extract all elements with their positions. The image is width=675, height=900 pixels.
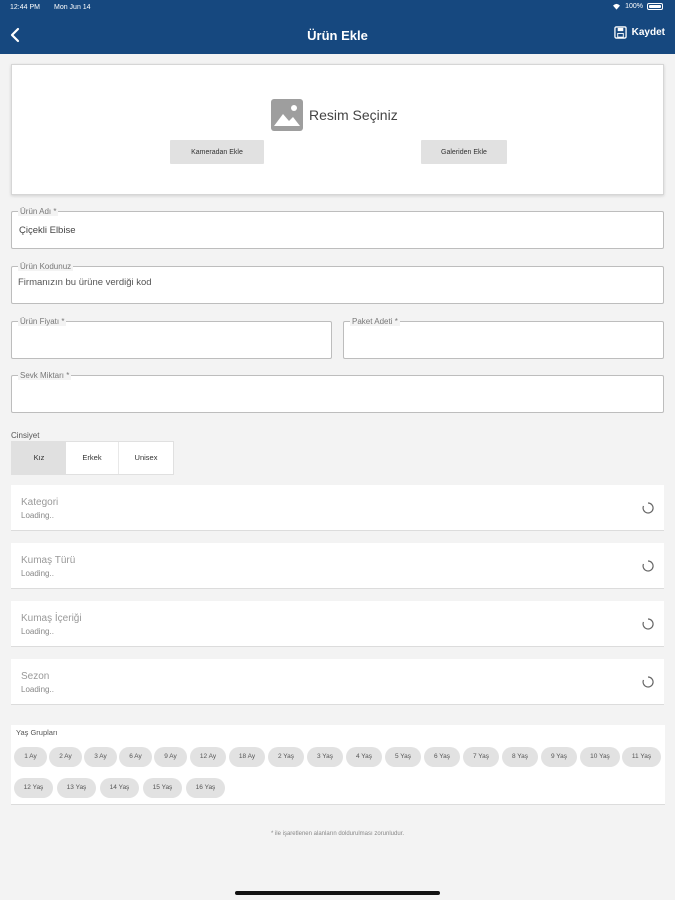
save-icon: [613, 26, 627, 39]
fabric-content-title: Kumaş İçeriği: [21, 613, 82, 624]
product-code-label: Ürün Kodunuz: [18, 262, 74, 271]
age-groups-card: Yaş Grupları 1 Ay 2 Ay 3 Ay 6 Ay 9 Ay 12…: [11, 725, 665, 805]
status-right: 100%: [612, 3, 663, 10]
age-chip[interactable]: 3 Ay: [84, 747, 117, 767]
season-title: Sezon: [21, 671, 50, 682]
price-label: Ürün Fiyatı *: [18, 317, 67, 326]
battery-icon: [647, 3, 663, 10]
product-name-field[interactable]: Ürün Adı * Çiçekli Elbise: [11, 207, 664, 249]
age-chip[interactable]: 4 Yaş: [346, 747, 382, 767]
age-chip[interactable]: 11 Yaş: [622, 747, 661, 767]
age-chip[interactable]: 12 Ay: [190, 747, 226, 767]
page-title: Ürün Ekle: [307, 28, 368, 43]
age-chip[interactable]: 1 Ay: [14, 747, 47, 767]
image-picker-title: Resim Seçiniz: [271, 99, 398, 131]
category-status: Loading..: [21, 511, 54, 520]
age-chip[interactable]: 7 Yaş: [463, 747, 499, 767]
age-chip[interactable]: 12 Yaş: [14, 778, 53, 798]
age-chip[interactable]: 9 Ay: [154, 747, 187, 767]
age-chip[interactable]: 2 Ay: [49, 747, 82, 767]
spinner-icon: [642, 502, 654, 514]
image-picker-card: Resim Seçiniz Kameradan Ekle Galeriden E…: [11, 64, 664, 195]
age-groups-title: Yaş Grupları: [16, 728, 58, 737]
age-chip[interactable]: 6 Yaş: [424, 747, 460, 767]
home-indicator: [235, 891, 440, 895]
age-chip[interactable]: 6 Ay: [119, 747, 152, 767]
age-chip[interactable]: 2 Yaş: [268, 747, 304, 767]
package-count-input[interactable]: [350, 332, 638, 343]
spinner-icon: [642, 618, 654, 630]
age-chip[interactable]: 18 Ay: [229, 747, 265, 767]
age-chip[interactable]: 14 Yaş: [100, 778, 139, 798]
gender-option-boy[interactable]: Erkek: [66, 442, 119, 474]
battery-percent: 100%: [625, 3, 643, 10]
product-code-input[interactable]: [18, 277, 604, 288]
status-date: Mon Jun 14: [54, 4, 91, 11]
gallery-add-button[interactable]: Galeriden Ekle: [421, 140, 507, 164]
age-chip[interactable]: 8 Yaş: [502, 747, 538, 767]
spinner-icon: [642, 560, 654, 572]
status-time: 12:44 PM: [10, 4, 40, 11]
ship-amount-field[interactable]: Sevk Miktarı *: [11, 371, 664, 413]
save-button[interactable]: Kaydet: [613, 26, 665, 39]
navigation-bar: 12:44 PM Mon Jun 14 100% Ürün Ekle Kayde…: [0, 0, 675, 54]
price-input[interactable]: [18, 332, 306, 343]
ship-amount-label: Sevk Miktarı *: [18, 371, 72, 380]
age-chip[interactable]: 5 Yaş: [385, 747, 421, 767]
fabric-content-select[interactable]: Kumaş İçeriği Loading..: [11, 601, 664, 647]
package-count-label: Paket Adeti *: [350, 317, 400, 326]
product-name-label: Ürün Adı *: [18, 207, 59, 216]
age-chip[interactable]: 3 Yaş: [307, 747, 343, 767]
wifi-icon: [613, 3, 621, 10]
fabric-type-select[interactable]: Kumaş Türü Loading..: [11, 543, 664, 589]
category-title: Kategori: [21, 497, 59, 508]
category-select[interactable]: Kategori Loading..: [11, 485, 664, 531]
image-icon: [271, 99, 303, 131]
season-select[interactable]: Sezon Loading..: [11, 659, 664, 705]
age-chip[interactable]: 15 Yaş: [143, 778, 182, 798]
age-chip[interactable]: 10 Yaş: [580, 747, 620, 767]
gender-option-girl[interactable]: Kız: [12, 442, 66, 474]
required-fields-note: * ile işaretlenen alanların doldurulması…: [270, 831, 405, 837]
gender-segmented-control: Kız Erkek Unisex: [11, 441, 174, 475]
age-chip[interactable]: 9 Yaş: [541, 747, 577, 767]
spinner-icon: [642, 676, 654, 688]
age-chip[interactable]: 13 Yaş: [57, 778, 96, 798]
camera-add-button[interactable]: Kameradan Ekle: [170, 140, 264, 164]
product-code-field[interactable]: Ürün Kodunuz: [11, 262, 664, 304]
price-field[interactable]: Ürün Fiyatı *: [11, 317, 332, 359]
product-name-value[interactable]: Çiçekli Elbise: [19, 225, 76, 236]
fabric-type-title: Kumaş Türü: [21, 555, 76, 566]
package-count-field[interactable]: Paket Adeti *: [343, 317, 664, 359]
image-picker-label: Resim Seçiniz: [309, 107, 398, 123]
fabric-content-status: Loading..: [21, 627, 54, 636]
ship-amount-input[interactable]: [18, 386, 604, 397]
gender-option-unisex[interactable]: Unisex: [119, 442, 173, 474]
fabric-type-status: Loading..: [21, 569, 54, 578]
gender-label: Cinsiyet: [11, 431, 40, 440]
age-chip[interactable]: 16 Yaş: [186, 778, 225, 798]
status-bar: 12:44 PM Mon Jun 14 100%: [0, 0, 675, 16]
season-status: Loading..: [21, 685, 54, 694]
save-label: Kaydet: [631, 27, 665, 38]
